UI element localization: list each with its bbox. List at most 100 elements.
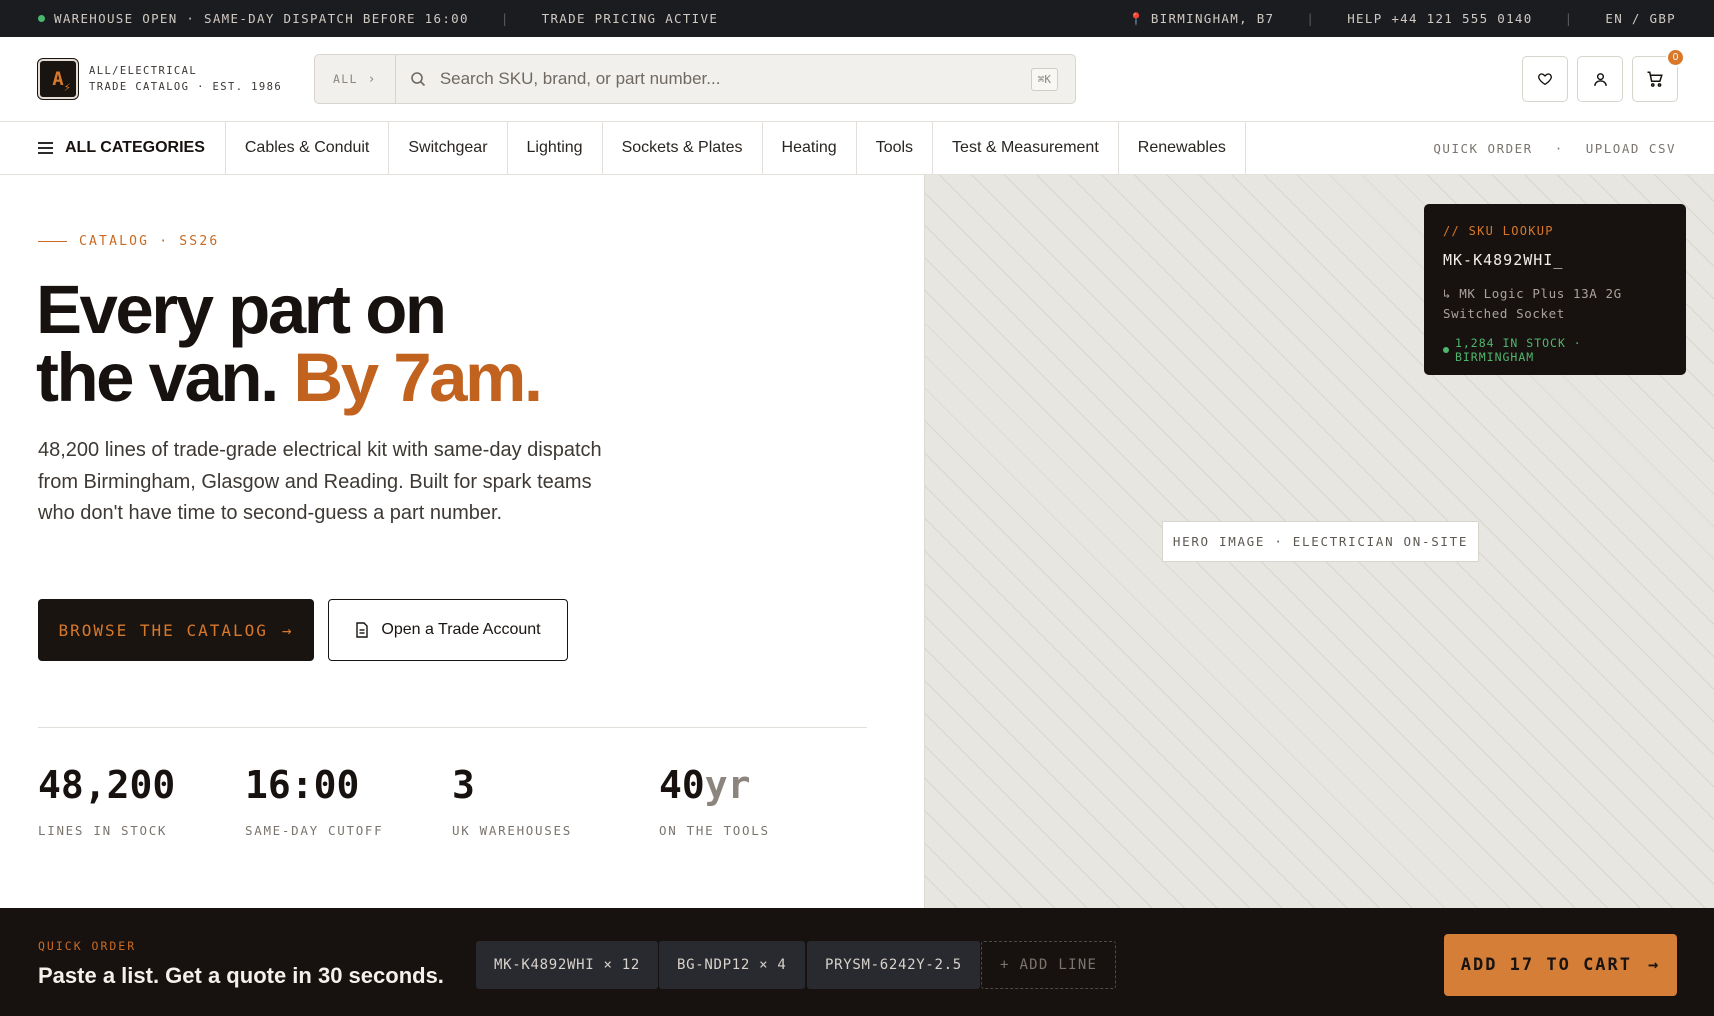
sku-lookup-title: // SKU LOOKUP <box>1443 224 1554 238</box>
keyboard-shortcut-hint: ⌘K <box>1030 67 1058 91</box>
order-line-chip[interactable]: MK-K4892WHI × 12 <box>476 941 659 989</box>
pricing-status: TRADE PRICING ACTIVE <box>541 11 719 26</box>
quick-order-link[interactable]: QUICK ORDER <box>1433 141 1532 156</box>
browse-catalog-label: BROWSE THE CATALOG <box>58 620 268 640</box>
stat-number: 48,200 <box>38 763 176 807</box>
brand-name: ALL/ELECTRICAL <box>89 65 198 77</box>
divider: | <box>1306 11 1316 26</box>
divider: | <box>500 11 510 26</box>
sku-stock-status: 1,284 IN STOCK · BIRMINGHAM <box>1443 336 1667 364</box>
hero-headline: Every part on the van. By 7am. <box>36 271 543 412</box>
stock-dot <box>1443 347 1449 353</box>
stat-uk-warehouses: 3 UK WAREHOUSES <box>452 763 572 838</box>
open-trade-account-label: Open a Trade Account <box>381 621 541 638</box>
stats-divider <box>38 727 867 728</box>
sku-result-line-1: ↳ MK Logic Plus 13A 2G <box>1443 286 1622 301</box>
stat-label: SAME-DAY CUTOFF <box>245 823 384 838</box>
eyebrow-text: CATALOG · SS26 <box>79 234 220 249</box>
stat-value: 40yr <box>659 763 770 807</box>
account-button[interactable] <box>1577 56 1623 102</box>
nav-item-test-measurement[interactable]: Test & Measurement <box>933 122 1119 174</box>
headline-line-1: Every part on <box>36 271 447 348</box>
upload-csv-link[interactable]: UPLOAD CSV <box>1586 141 1676 156</box>
stat-label: LINES IN STOCK <box>38 823 168 838</box>
user-icon <box>1593 72 1607 86</box>
quick-order-title: Paste a list. Get a quote in 30 seconds. <box>38 963 444 988</box>
headline-line-2-text: the van. <box>36 339 279 416</box>
logo[interactable]: A ⚡ <box>38 59 78 99</box>
search-scope-dropdown[interactable]: ALL › <box>315 55 396 103</box>
nav-item-lighting[interactable]: Lighting <box>508 122 603 174</box>
nav-item-sockets-plates[interactable]: Sockets & Plates <box>603 122 763 174</box>
all-categories-button[interactable]: ALL CATEGORIES <box>38 122 226 174</box>
all-categories-label: ALL CATEGORIES <box>65 139 205 156</box>
search-icon <box>411 72 425 87</box>
menu-icon <box>38 142 53 154</box>
headline-accent: By 7am. <box>293 339 543 416</box>
stat-number: 40 <box>659 763 705 807</box>
locale-selector[interactable]: EN / GBP <box>1605 11 1676 26</box>
add-line-button[interactable]: + ADD LINE <box>981 941 1117 989</box>
chevron-right-icon: › <box>367 71 377 87</box>
search-input[interactable] <box>439 69 1031 89</box>
separator-dot: · <box>1554 141 1564 156</box>
nav-item-cables-conduit[interactable]: Cables & Conduit <box>226 122 390 174</box>
nav-item-renewables[interactable]: Renewables <box>1119 122 1246 174</box>
open-trade-account-button[interactable]: Open a Trade Account <box>328 599 568 661</box>
hero-eyebrow: CATALOG · SS26 <box>38 234 219 249</box>
brand-tagline: TRADE CATALOG · EST. 1986 <box>89 81 283 93</box>
stat-unit: yr <box>704 763 751 807</box>
stat-value: 48,200 <box>38 763 175 807</box>
stat-same-day-cutoff: 16:00 SAME-DAY CUTOFF <box>245 763 383 838</box>
cart-icon <box>1647 71 1663 87</box>
sku-lookup-card[interactable]: // SKU LOOKUP MK-K4892WHI_ ↳ MK Logic Pl… <box>1424 204 1686 375</box>
search-scope-label: ALL <box>333 72 358 86</box>
warehouse-status: WAREHOUSE OPEN · SAME-DAY DISPATCH BEFOR… <box>54 11 469 26</box>
hero-description: 48,200 lines of trade-grade electrical k… <box>38 439 602 524</box>
location-link[interactable]: BIRMINGHAM, B7 <box>1151 11 1275 26</box>
nav-item-tools[interactable]: Tools <box>857 122 934 174</box>
stat-label: ON THE TOOLS <box>659 823 770 838</box>
arrow-right-icon: → <box>1648 955 1661 975</box>
wishlist-button[interactable] <box>1522 56 1568 102</box>
arrow-right-icon: → <box>281 620 294 640</box>
heart-icon <box>1538 73 1552 86</box>
stat-value: 3 <box>452 763 572 807</box>
headline-line-2: the van. By 7am. <box>36 343 543 412</box>
announcement-bar: WAREHOUSE OPEN · SAME-DAY DISPATCH BEFOR… <box>0 0 1714 37</box>
stat-lines-in-stock: 48,200 LINES IN STOCK <box>38 763 175 838</box>
sku-result-line-2: Switched Socket <box>1443 306 1565 321</box>
sku-stock-text: 1,284 IN STOCK · BIRMINGHAM <box>1454 336 1582 364</box>
bolt-icon: ⚡ <box>63 80 71 94</box>
category-nav: ALL CATEGORIES Cables & Conduit Switchge… <box>0 122 1714 175</box>
location-pin-icon: 📍 <box>1128 11 1145 26</box>
order-line-chip[interactable]: PRYSM-6242Y-2.5 <box>807 941 980 989</box>
browse-catalog-button[interactable]: BROWSE THE CATALOG → <box>38 599 314 661</box>
hero-image-label: HERO IMAGE · ELECTRICIAN ON-SITE <box>1162 521 1479 562</box>
status-dot <box>38 15 45 22</box>
sku-lookup-query[interactable]: MK-K4892WHI_ <box>1443 251 1667 269</box>
help-phone-link[interactable]: HELP +44 121 555 0140 <box>1347 11 1532 26</box>
stat-number: 3 <box>452 763 475 807</box>
brand-text: ALL/ELECTRICAL TRADE CATALOG · EST. 1986 <box>89 63 282 95</box>
sku-lookup-result: ↳ MK Logic Plus 13A 2G Switched Socket <box>1443 284 1667 324</box>
stat-number: 16:00 <box>245 763 360 807</box>
cart-count-badge: 0 <box>1666 48 1685 67</box>
search-bar: ALL › ⌘K <box>314 54 1076 104</box>
order-line-chip[interactable]: BG-NDP12 × 4 <box>659 941 805 989</box>
logo-letter: A <box>52 68 64 90</box>
quick-order-bar: QUICK ORDER Paste a list. Get a quote in… <box>0 908 1714 1016</box>
eyebrow-rule <box>38 241 67 242</box>
nav-item-switchgear[interactable]: Switchgear <box>389 122 508 174</box>
cart-button[interactable]: 0 <box>1632 48 1685 102</box>
divider: | <box>1564 11 1574 26</box>
add-to-cart-button[interactable]: ADD 17 TO CART → <box>1444 934 1677 996</box>
document-icon <box>356 622 369 638</box>
add-to-cart-label: ADD 17 TO CART <box>1460 955 1633 975</box>
nav-item-heating[interactable]: Heating <box>763 122 857 174</box>
stat-label: UK WAREHOUSES <box>452 823 572 838</box>
stat-on-the-tools: 40yr ON THE TOOLS <box>659 763 770 838</box>
site-header: A ⚡ ALL/ELECTRICAL TRADE CATALOG · EST. … <box>0 37 1714 122</box>
nav-utility-links: QUICK ORDER · UPLOAD CSV <box>1433 122 1676 175</box>
quick-order-eyebrow: QUICK ORDER <box>38 939 137 953</box>
